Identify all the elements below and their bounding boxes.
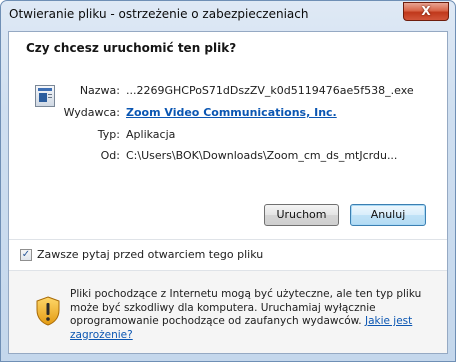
publisher-label: Wydawca: (63, 106, 120, 119)
title-bar[interactable]: Otwieranie pliku - ostrzeżenie o zabezpi… (1, 1, 455, 28)
close-button[interactable]: X (403, 2, 449, 21)
security-warning-dialog: Otwieranie pliku - ostrzeżenie o zabezpi… (0, 0, 456, 362)
shield-warning-icon (36, 296, 60, 326)
dialog-body: Czy chcesz uruchomić ten plik? Nazwa: ..… (8, 31, 448, 354)
run-button[interactable]: Uruchom (264, 204, 339, 226)
file-type-value: Aplikacja (126, 128, 176, 141)
file-name-value: ...2269GHCPoS71dDszZV_k0d5119476ae5f538_… (126, 84, 414, 97)
warning-text: Pliki pochodzące z Internetu mogą być uż… (70, 288, 442, 342)
file-path-value: C:\Users\BOK\Downloads\Zoom_cm_ds_mtJcrd… (126, 149, 398, 162)
separator (9, 239, 447, 240)
cancel-button[interactable]: Anuluj (350, 204, 426, 226)
name-label: Nazwa: (79, 84, 120, 97)
dialog-question: Czy chcesz uruchomić ten plik? (26, 41, 237, 55)
type-label: Typ: (97, 128, 120, 141)
publisher-link[interactable]: Zoom Video Communications, Inc. (126, 106, 337, 119)
from-label: Od: (100, 149, 120, 162)
always-ask-label[interactable]: Zawsze pytaj przed otwarciem tego pliku (37, 248, 263, 261)
always-ask-checkbox[interactable]: ✓ (20, 249, 32, 261)
window-title: Otwieranie pliku - ostrzeżenie o zabezpi… (9, 7, 309, 21)
